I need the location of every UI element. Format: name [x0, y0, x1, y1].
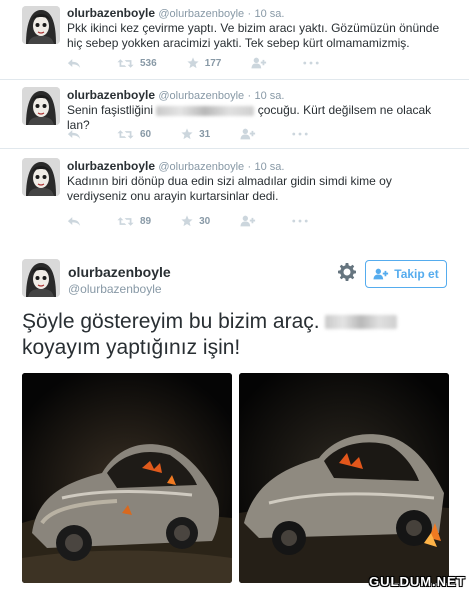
retweet-button[interactable]: 536	[117, 58, 157, 69]
add-user-icon	[373, 268, 389, 280]
more-button[interactable]	[303, 61, 325, 65]
favorite-count: 177	[204, 57, 222, 69]
reply-button[interactable]	[67, 216, 87, 227]
reply-icon	[67, 58, 81, 69]
favorite-button[interactable]: 30	[181, 215, 210, 227]
favorite-icon	[187, 57, 199, 69]
follow-button[interactable]: Takip et	[365, 260, 447, 288]
censored-text	[325, 315, 398, 330]
user-handle[interactable]: @olurbazenboyle	[158, 161, 244, 173]
tweet-actions: 60 31	[67, 128, 344, 140]
tweet-text-line1: Şöyle göstereyim bu bizim araç.	[22, 310, 320, 333]
more-icon	[292, 132, 308, 136]
more-icon	[292, 219, 308, 223]
tweet-1[interactable]: olurbazenboyle @olurbazenboyle · 10 sa. …	[0, 0, 469, 80]
watermark: GULDUM.NET	[369, 574, 466, 589]
user-name[interactable]: olurbazenboyle	[68, 264, 171, 280]
user-name[interactable]: olurbazenboyle	[67, 88, 155, 102]
tweet-header: olurbazenboyle @olurbazenboyle · 10 sa.	[67, 88, 284, 102]
timestamp[interactable]: 10 sa.	[255, 90, 285, 102]
avatar[interactable]	[22, 259, 60, 297]
separator: ·	[247, 90, 252, 102]
burned-car-photo	[22, 373, 232, 583]
timestamp[interactable]: 10 sa.	[255, 161, 285, 173]
user-name[interactable]: olurbazenboyle	[67, 159, 155, 173]
separator: ·	[247, 161, 252, 173]
more-button[interactable]	[292, 219, 314, 223]
tweet-3[interactable]: olurbazenboyle @olurbazenboyle · 10 sa. …	[0, 149, 469, 234]
burned-car-photo	[239, 373, 449, 583]
reply-icon	[67, 129, 81, 140]
avatar[interactable]	[22, 158, 60, 196]
reply-button[interactable]	[67, 129, 87, 140]
tweet-actions: 89 30	[67, 215, 344, 227]
tweet-header: olurbazenboyle @olurbazenboyle · 10 sa.	[67, 159, 284, 173]
user-handle[interactable]: @olurbazenboyle	[158, 8, 244, 20]
tweet-photo[interactable]	[239, 373, 449, 583]
tweet-2[interactable]: olurbazenboyle @olurbazenboyle · 10 sa. …	[0, 80, 469, 149]
retweet-button[interactable]: 89	[117, 216, 151, 227]
gear-icon[interactable]	[337, 262, 357, 282]
follow-button[interactable]	[251, 57, 273, 69]
follow-icon	[240, 215, 256, 227]
tweet-actions: 536 177	[67, 57, 355, 69]
reply-icon	[67, 216, 81, 227]
follow-icon	[251, 57, 267, 69]
more-icon	[303, 61, 319, 65]
user-name[interactable]: olurbazenboyle	[67, 6, 155, 20]
retweet-button[interactable]: 60	[117, 129, 151, 140]
separator: ·	[247, 8, 252, 20]
retweet-icon	[117, 216, 134, 227]
more-button[interactable]	[292, 132, 314, 136]
retweet-count: 60	[140, 128, 152, 140]
favorite-icon	[181, 215, 193, 227]
avatar[interactable]	[22, 87, 60, 125]
retweet-count: 536	[140, 57, 157, 69]
retweet-count: 89	[140, 215, 152, 227]
follow-button[interactable]	[240, 128, 262, 140]
tweet-header: olurbazenboyle @olurbazenboyle · 10 sa.	[67, 6, 284, 20]
follow-icon	[240, 128, 256, 140]
retweet-icon	[117, 58, 134, 69]
timestamp[interactable]: 10 sa.	[255, 8, 285, 20]
expanded-tweet: olurbazenboyle @olurbazenboyle Takip et …	[0, 244, 469, 590]
tweet-text: Pkk ikinci kez çevirme yaptı. Ve bizim a…	[67, 21, 440, 50]
reply-button[interactable]	[67, 58, 87, 69]
follow-button[interactable]	[240, 215, 262, 227]
censored-text	[156, 105, 255, 116]
favorite-icon	[181, 128, 193, 140]
favorite-button[interactable]: 177	[187, 57, 222, 69]
retweet-icon	[117, 129, 134, 140]
tweet-text-start: Senin faşistliğini	[67, 103, 154, 117]
tweet-text: Şöyle göstereyim bu bizim araç. koyayım …	[22, 309, 452, 361]
user-handle[interactable]: @olurbazenboyle	[68, 282, 162, 296]
tweet-text: Kadının biri dönüp dua edin sizi almadıl…	[67, 174, 392, 203]
favorite-count: 30	[199, 215, 211, 227]
favorite-count: 31	[199, 128, 211, 140]
user-handle[interactable]: @olurbazenboyle	[158, 90, 244, 102]
tweet-photo[interactable]	[22, 373, 232, 583]
follow-label: Takip et	[394, 267, 439, 281]
favorite-button[interactable]: 31	[181, 128, 210, 140]
tweet-text-line2: koyayım yaptığınız işin!	[22, 336, 241, 359]
avatar[interactable]	[22, 6, 60, 44]
